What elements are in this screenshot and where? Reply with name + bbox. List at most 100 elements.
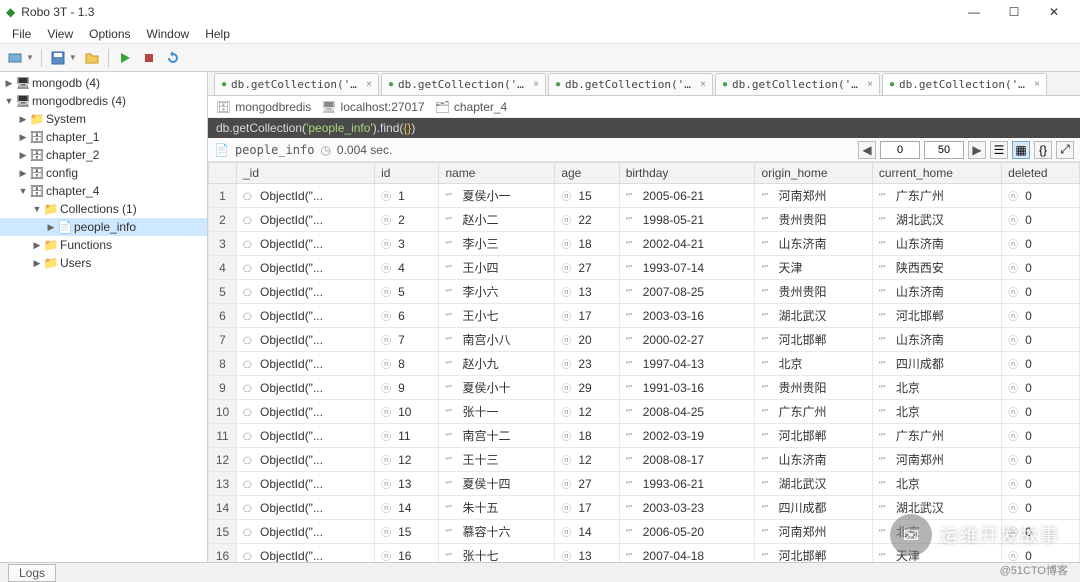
table-row[interactable]: 16⎔ObjectId("...ⓝ16“”张十七ⓝ13“”2007-04-18“… bbox=[209, 544, 1080, 563]
cell[interactable]: ⓝ27 bbox=[555, 472, 619, 496]
cell[interactable]: ⎔ObjectId("... bbox=[237, 352, 375, 376]
cell[interactable]: ⓝ18 bbox=[555, 232, 619, 256]
cell[interactable]: ⓝ0 bbox=[1002, 232, 1080, 256]
cell[interactable]: “”河北邯郸 bbox=[872, 304, 1001, 328]
cell[interactable]: ⎔ObjectId("... bbox=[237, 256, 375, 280]
cell[interactable]: ⓝ0 bbox=[1002, 376, 1080, 400]
cell[interactable]: “”1998-05-21 bbox=[619, 208, 755, 232]
table-row[interactable]: 1⎔ObjectId("...ⓝ1“”夏侯小一ⓝ15“”2005-06-21“”… bbox=[209, 184, 1080, 208]
cell[interactable]: ⓝ27 bbox=[555, 256, 619, 280]
view-tree-button[interactable]: ☰ bbox=[990, 141, 1008, 159]
save-button[interactable] bbox=[47, 47, 69, 69]
menu-window[interactable]: Window bbox=[139, 25, 198, 43]
minimize-button[interactable]: — bbox=[954, 0, 994, 24]
cell[interactable]: ⓝ12 bbox=[555, 448, 619, 472]
cell[interactable]: ⎔ObjectId("... bbox=[237, 376, 375, 400]
cell[interactable]: ⓝ16 bbox=[375, 544, 439, 563]
close-icon[interactable]: × bbox=[700, 79, 706, 90]
cell[interactable]: “”湖北武汉 bbox=[872, 496, 1001, 520]
result-grid-wrap[interactable]: _ididnameagebirthdayorigin_homecurrent_h… bbox=[208, 162, 1080, 562]
table-row[interactable]: 2⎔ObjectId("...ⓝ2“”赵小二ⓝ22“”1998-05-21“”贵… bbox=[209, 208, 1080, 232]
cell[interactable]: “”夏侯小一 bbox=[439, 184, 555, 208]
cell[interactable]: “”1993-07-14 bbox=[619, 256, 755, 280]
tree-item[interactable]: ▶📄people_info bbox=[0, 218, 207, 236]
table-row[interactable]: 13⎔ObjectId("...ⓝ13“”夏侯十四ⓝ27“”1993-06-21… bbox=[209, 472, 1080, 496]
cell[interactable]: “”2008-08-17 bbox=[619, 448, 755, 472]
cell[interactable]: ⓝ0 bbox=[1002, 448, 1080, 472]
cell[interactable]: “”山东济南 bbox=[872, 232, 1001, 256]
tree-item[interactable]: ▼🗄chapter_4 bbox=[0, 182, 207, 200]
twist-icon[interactable]: ▶ bbox=[16, 150, 30, 161]
limit-input[interactable] bbox=[924, 141, 964, 159]
cell[interactable]: “”北京 bbox=[872, 520, 1001, 544]
cell[interactable]: “”2000-02-27 bbox=[619, 328, 755, 352]
cell[interactable]: “”2008-04-25 bbox=[619, 400, 755, 424]
cell[interactable]: “”南宫小八 bbox=[439, 328, 555, 352]
cell[interactable]: ⓝ14 bbox=[375, 496, 439, 520]
cell[interactable]: ⎔ObjectId("... bbox=[237, 280, 375, 304]
skip-input[interactable] bbox=[880, 141, 920, 159]
cell[interactable]: “”北京 bbox=[872, 472, 1001, 496]
cell[interactable]: “”南宫十二 bbox=[439, 424, 555, 448]
table-row[interactable]: 5⎔ObjectId("...ⓝ5“”李小六ⓝ13“”2007-08-25“”贵… bbox=[209, 280, 1080, 304]
column-header[interactable]: origin_home bbox=[755, 163, 872, 184]
cell[interactable]: “”山东济南 bbox=[755, 448, 872, 472]
table-row[interactable]: 8⎔ObjectId("...ⓝ8“”赵小九ⓝ23“”1997-04-13“”北… bbox=[209, 352, 1080, 376]
table-row[interactable]: 11⎔ObjectId("...ⓝ11“”南宫十二ⓝ18“”2002-03-19… bbox=[209, 424, 1080, 448]
table-row[interactable]: 15⎔ObjectId("...ⓝ15“”慕容十六ⓝ14“”2006-05-20… bbox=[209, 520, 1080, 544]
open-button[interactable] bbox=[81, 47, 103, 69]
cell[interactable]: ⓝ7 bbox=[375, 328, 439, 352]
cell[interactable]: ⓝ0 bbox=[1002, 400, 1080, 424]
tree-item[interactable]: ▶🖥mongodb (4) bbox=[0, 74, 207, 92]
cell[interactable]: “”四川成都 bbox=[755, 496, 872, 520]
close-icon[interactable]: × bbox=[533, 79, 539, 90]
cell[interactable]: ⓝ9 bbox=[375, 376, 439, 400]
cell[interactable]: ⓝ6 bbox=[375, 304, 439, 328]
cell[interactable]: “”慕容十六 bbox=[439, 520, 555, 544]
cell[interactable]: ⎔ObjectId("... bbox=[237, 472, 375, 496]
cell[interactable]: “”2007-04-18 bbox=[619, 544, 755, 563]
twist-icon[interactable]: ▶ bbox=[2, 78, 16, 89]
table-row[interactable]: 9⎔ObjectId("...ⓝ9“”夏侯小十ⓝ29“”1991-03-16“”… bbox=[209, 376, 1080, 400]
cell[interactable]: ⓝ0 bbox=[1002, 328, 1080, 352]
cell[interactable]: ⓝ0 bbox=[1002, 520, 1080, 544]
twist-icon[interactable]: ▼ bbox=[2, 96, 16, 106]
cell[interactable]: ⓝ1 bbox=[375, 184, 439, 208]
cell[interactable]: ⎔ObjectId("... bbox=[237, 328, 375, 352]
query-tab[interactable]: ●db.getCollection('examp···× bbox=[214, 73, 379, 95]
cell[interactable]: ⎔ObjectId("... bbox=[237, 184, 375, 208]
twist-icon[interactable]: ▼ bbox=[16, 186, 30, 196]
cell[interactable]: ⓝ0 bbox=[1002, 304, 1080, 328]
tree-item[interactable]: ▼🖥mongodbredis (4) bbox=[0, 92, 207, 110]
cell[interactable]: ⓝ5 bbox=[375, 280, 439, 304]
cell[interactable]: “”北京 bbox=[872, 400, 1001, 424]
cell[interactable]: ⓝ2 bbox=[375, 208, 439, 232]
cell[interactable]: “”河南郑州 bbox=[755, 184, 872, 208]
cell[interactable]: “”赵小二 bbox=[439, 208, 555, 232]
cell[interactable]: “”天津 bbox=[872, 544, 1001, 563]
tree-item[interactable]: ▶🗄chapter_2 bbox=[0, 146, 207, 164]
cell[interactable]: “”北京 bbox=[872, 376, 1001, 400]
cell[interactable]: ⓝ0 bbox=[1002, 472, 1080, 496]
cell[interactable]: “”2003-03-23 bbox=[619, 496, 755, 520]
table-row[interactable]: 6⎔ObjectId("...ⓝ6“”王小七ⓝ17“”2003-03-16“”湖… bbox=[209, 304, 1080, 328]
cell[interactable]: ⎔ObjectId("... bbox=[237, 208, 375, 232]
cell[interactable]: “”张十一 bbox=[439, 400, 555, 424]
sidebar-tree[interactable]: ▶🖥mongodb (4)▼🖥mongodbredis (4)▶📁System▶… bbox=[0, 72, 208, 562]
query-tab[interactable]: ●db.getCollection('exampl···× bbox=[548, 73, 713, 95]
cell[interactable]: ⓝ29 bbox=[555, 376, 619, 400]
close-icon[interactable]: × bbox=[1034, 79, 1040, 90]
close-icon[interactable]: × bbox=[867, 79, 873, 90]
column-header[interactable]: name bbox=[439, 163, 555, 184]
query-tab[interactable]: ●db.getCollection('people_···× bbox=[882, 73, 1047, 95]
view-table-button[interactable]: ▦ bbox=[1012, 141, 1030, 159]
expand-button[interactable]: ⤢ bbox=[1056, 141, 1074, 159]
cell[interactable]: ⓝ11 bbox=[375, 424, 439, 448]
query-tab[interactable]: ●db.getCollection('people···× bbox=[381, 73, 546, 95]
cell[interactable]: ⎔ObjectId("... bbox=[237, 304, 375, 328]
twist-icon[interactable]: ▶ bbox=[16, 168, 30, 179]
close-icon[interactable]: × bbox=[366, 79, 372, 90]
cell[interactable]: ⓝ15 bbox=[375, 520, 439, 544]
cell[interactable]: “”1993-06-21 bbox=[619, 472, 755, 496]
twist-icon[interactable]: ▶ bbox=[30, 240, 44, 251]
